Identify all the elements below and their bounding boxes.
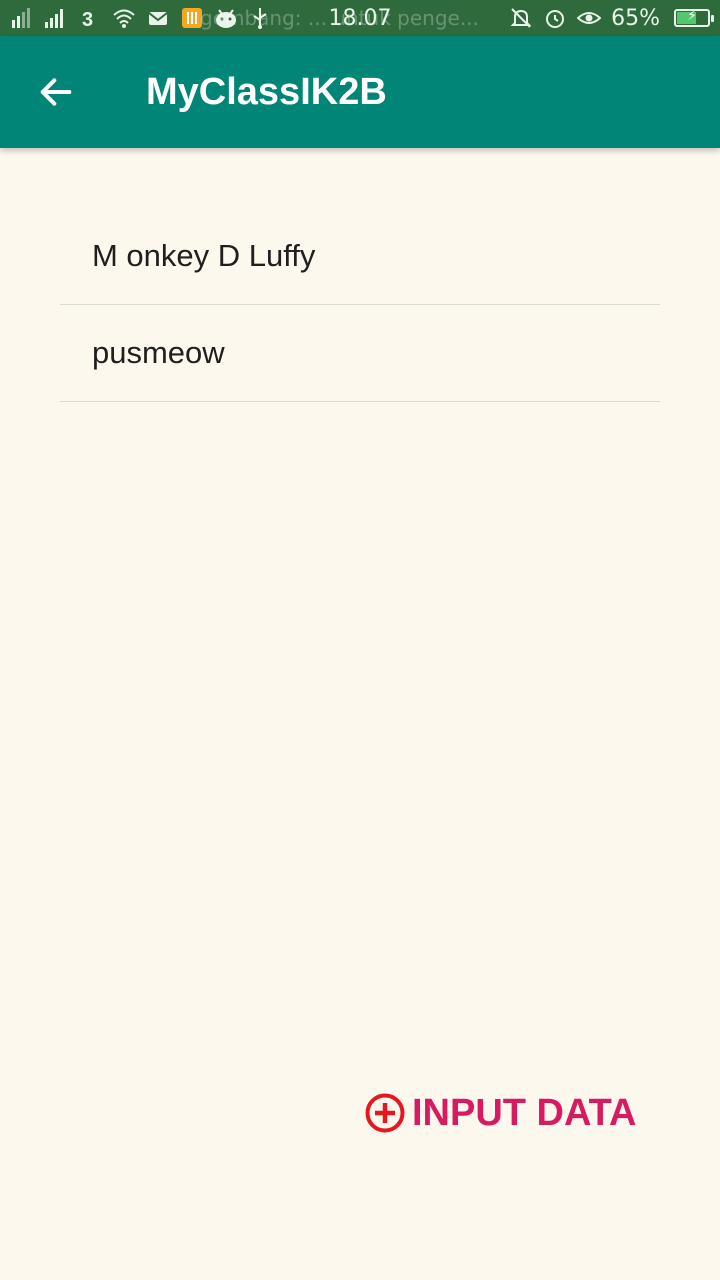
student-list: M onkey D Luffy pusmeow (60, 208, 660, 402)
arrow-left-icon (40, 78, 72, 106)
signal-strength-icon (44, 6, 68, 30)
list-item[interactable]: M onkey D Luffy (60, 208, 660, 305)
silent-bell-icon (509, 6, 533, 30)
list-item[interactable]: pusmeow (60, 305, 660, 402)
mail-icon (146, 6, 170, 30)
svg-text:3: 3 (82, 9, 93, 30)
plus-circle-icon (364, 1092, 406, 1134)
battery-percent: 65% (611, 5, 660, 31)
input-data-label: INPUT DATA (412, 1091, 637, 1134)
sim-signal-icon (10, 6, 34, 30)
status-bar: 3 18.07 gembang: ... untuk penge... 65% … (0, 0, 720, 36)
wifi-icon (112, 6, 136, 30)
alarm-clock-icon (543, 6, 567, 30)
status-bar-right: 65% ⚡ (509, 5, 714, 31)
notification-ticker: gembang: ... untuk penge... (200, 6, 479, 30)
charging-bolt-icon: ⚡ (687, 8, 697, 24)
page-title: MyClassIK2B (146, 70, 387, 113)
battery-icon: ⚡ (674, 8, 714, 27)
input-data-button[interactable]: INPUT DATA (364, 1086, 636, 1140)
app-bar: MyClassIK2B (0, 36, 720, 148)
back-button[interactable] (0, 36, 112, 148)
carrier-3-icon: 3 (78, 6, 102, 30)
eye-icon (577, 6, 602, 30)
